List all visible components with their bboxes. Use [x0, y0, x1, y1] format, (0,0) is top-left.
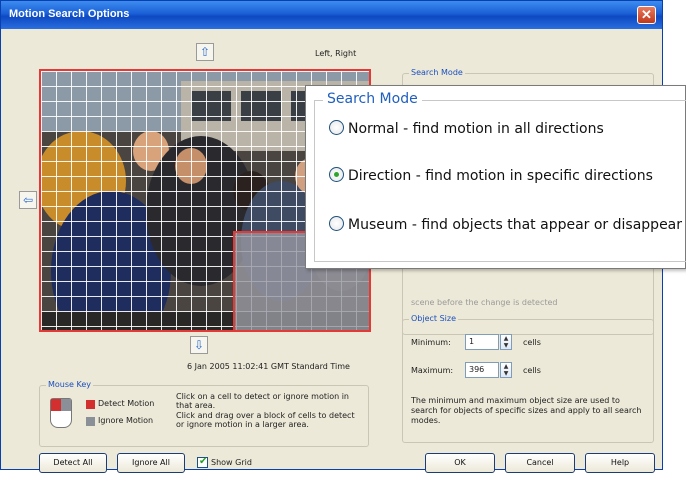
dialog-title: Motion Search Options: [9, 8, 130, 20]
direction-mode-option[interactable]: Direction - find motion in specific dire…: [329, 167, 653, 184]
show-grid-label: Show Grid: [211, 458, 252, 467]
normal-mode-option[interactable]: Normal - find motion in all directions: [329, 120, 604, 137]
minimum-spinner[interactable]: ▲ ▼: [500, 334, 512, 350]
minimum-input[interactable]: 1: [465, 334, 499, 350]
direction-mode-label: Direction - find motion in specific dire…: [348, 168, 653, 184]
mouse-icon: [50, 398, 72, 428]
maximum-label: Maximum:: [411, 366, 454, 375]
museum-mode-radio[interactable]: [329, 216, 344, 231]
mouse-key-title: Mouse Key: [46, 380, 94, 389]
object-size-description: The minimum and maximum object size are …: [411, 396, 642, 425]
museum-mode-option[interactable]: Museum - find objects that appear or dis…: [329, 216, 682, 233]
close-button[interactable]: ✕: [637, 6, 656, 24]
check-mark-icon: ✔: [199, 456, 208, 467]
search-mode-zoom-panel: Search Mode Normal - find motion in all …: [305, 85, 686, 269]
ok-button[interactable]: OK: [425, 453, 495, 473]
museum-mode-label: Museum - find objects that appear or dis…: [348, 217, 683, 233]
ignore-all-button[interactable]: Ignore All: [117, 453, 185, 473]
mouse-key-group: Mouse Key Detect Motion Ignore Motion Cl…: [39, 380, 369, 447]
maximum-input[interactable]: 396: [465, 362, 499, 378]
ignore-color-swatch: [86, 417, 95, 426]
search-mode-zoom-title: Search Mode: [323, 91, 422, 107]
click-help-text: Click on a cell to detect or ignore moti…: [176, 392, 349, 410]
search-mode-faded-text: scene before the change is detected: [411, 298, 558, 307]
close-icon: ✕: [641, 7, 652, 22]
maximum-spinner[interactable]: ▲ ▼: [500, 362, 512, 378]
up-arrow-icon: ⇧: [199, 45, 211, 59]
drag-help-text: Click and drag over a block of cells to …: [176, 411, 355, 429]
title-bar: Motion Search Options ✕: [1, 1, 662, 29]
left-arrow-button[interactable]: ⇦: [19, 191, 37, 209]
help-button[interactable]: Help: [585, 453, 655, 473]
video-timestamp: 6 Jan 2005 11:02:41 GMT Standard Time: [187, 362, 350, 371]
left-arrow-icon: ⇦: [22, 193, 34, 207]
ignore-motion-label: Ignore Motion: [98, 416, 154, 425]
search-mode-zoom-group: Search Mode Normal - find motion in all …: [314, 91, 686, 262]
direction-mode-radio[interactable]: [329, 167, 344, 182]
object-size-title: Object Size: [409, 314, 459, 323]
down-arrow-button[interactable]: ⇩: [190, 336, 208, 354]
normal-mode-label: Normal - find motion in all directions: [348, 121, 604, 137]
down-arrow-icon: ⇩: [193, 338, 205, 352]
cancel-button[interactable]: Cancel: [505, 453, 575, 473]
show-grid-checkbox[interactable]: ✔ Show Grid: [197, 456, 252, 468]
show-grid-check-box[interactable]: ✔: [197, 456, 208, 468]
normal-mode-radio[interactable]: [329, 120, 344, 135]
detect-color-swatch: [86, 400, 95, 409]
object-size-group: Object Size Minimum: 1 ▲ ▼ cells Maximum:…: [402, 314, 654, 443]
detect-motion-label: Detect Motion: [98, 399, 155, 408]
maximum-unit-label: cells: [523, 366, 541, 375]
minimum-label: Minimum:: [411, 338, 451, 347]
minimum-unit-label: cells: [523, 338, 541, 347]
radio-selected-dot: [334, 172, 339, 177]
detect-all-button[interactable]: Detect All: [39, 453, 107, 473]
up-arrow-button[interactable]: ⇧: [196, 43, 214, 61]
search-mode-title: Search Mode: [409, 68, 465, 77]
direction-label: Left, Right: [315, 49, 357, 58]
